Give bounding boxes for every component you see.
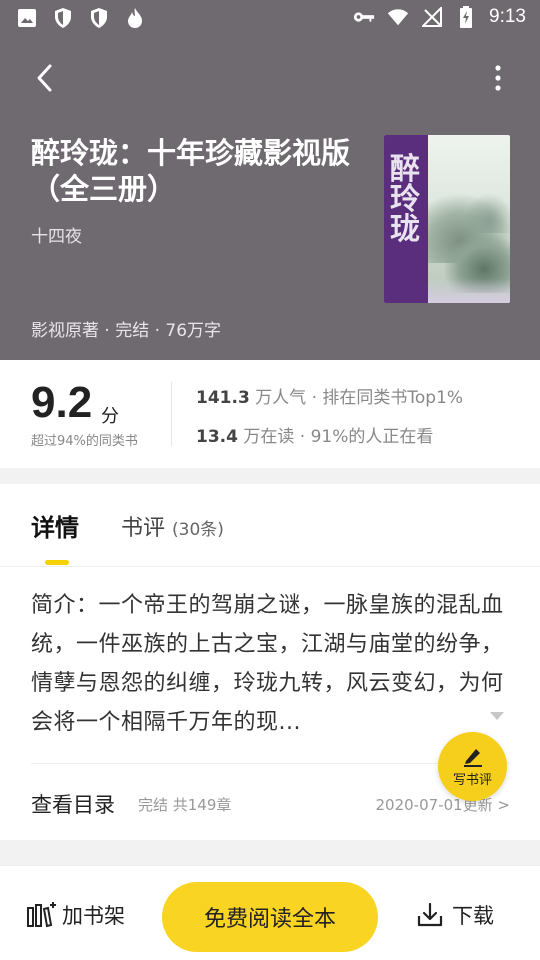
book-header: 9:13 醉玲珑：十年珍藏影视版（全三册） 十四夜 影视原著 · 完结 · 76… bbox=[0, 0, 540, 360]
shield-icon bbox=[52, 7, 74, 29]
reading-stat: 13.4 万在读 · 91%的人正在看 bbox=[196, 422, 433, 447]
download-button[interactable]: 下载 bbox=[416, 900, 494, 930]
more-vertical-icon bbox=[495, 65, 501, 91]
tab-review[interactable]: 书评 (30条) bbox=[121, 510, 224, 542]
back-button[interactable] bbox=[26, 60, 62, 96]
divider bbox=[0, 566, 540, 567]
write-review-label: 写书评 bbox=[452, 773, 492, 788]
cover-title: 醉玲珑 bbox=[390, 152, 420, 247]
reading-text: 万在读 · 91%的人正在看 bbox=[243, 427, 434, 447]
popularity-text: 万人气 · 排在同类书Top1% bbox=[255, 388, 464, 408]
rating-score: 9.2 bbox=[31, 378, 93, 427]
more-options-button[interactable] bbox=[486, 60, 510, 96]
flame-icon bbox=[124, 7, 146, 29]
catalog-status: 完结 共149章 bbox=[138, 796, 232, 814]
add-shelf-label: 加书架 bbox=[62, 904, 125, 928]
tab-indicator bbox=[45, 560, 69, 565]
image-icon bbox=[16, 7, 38, 29]
book-meta: 影视原著 · 完结 · 76万字 bbox=[31, 321, 222, 341]
book-author[interactable]: 十四夜 bbox=[31, 222, 82, 247]
catalog-link[interactable]: 查看目录 bbox=[31, 789, 115, 819]
details-panel: 详情 书评 (30条) 简介：一个帝王的驾崩之谜，一脉皇族的混乱血统，一件巫族的… bbox=[0, 484, 540, 840]
bookshelf-add-icon bbox=[27, 902, 56, 928]
download-label: 下载 bbox=[452, 904, 494, 928]
catalog-updated[interactable]: 2020-07-01更新 > bbox=[375, 794, 510, 815]
wifi-icon bbox=[387, 6, 409, 28]
battery-charging-icon bbox=[455, 6, 477, 28]
rating-subtitle: 超过94%的同类书 bbox=[31, 434, 138, 449]
pencil-icon bbox=[463, 749, 482, 767]
rating-unit: 分 bbox=[101, 406, 119, 427]
tab-detail[interactable]: 详情 bbox=[31, 508, 79, 543]
book-title: 醉玲珑：十年珍藏影视版（全三册） bbox=[31, 136, 351, 206]
add-shelf-button[interactable]: 加书架 bbox=[26, 900, 125, 930]
tab-review-count: (30条) bbox=[172, 520, 224, 540]
rating-panel: 9.2 分 超过94%的同类书 141.3 万人气 · 排在同类书Top1% 1… bbox=[0, 360, 540, 468]
top-nav bbox=[0, 52, 540, 104]
write-review-button[interactable]: 写书评 bbox=[438, 732, 507, 801]
status-time: 9:13 bbox=[489, 6, 526, 27]
tab-review-label: 书评 bbox=[121, 516, 166, 541]
expand-chevron-icon[interactable] bbox=[489, 710, 505, 722]
back-arrow-icon bbox=[37, 64, 52, 92]
popularity-stat: 141.3 万人气 · 排在同类书Top1% bbox=[196, 383, 463, 408]
no-signal-icon bbox=[421, 6, 443, 28]
status-bar: 9:13 bbox=[0, 0, 540, 38]
divider bbox=[171, 382, 172, 446]
reading-number: 13.4 bbox=[196, 427, 238, 447]
free-read-button[interactable]: 免费阅读全本 bbox=[162, 882, 378, 952]
popularity-number: 141.3 bbox=[196, 388, 250, 408]
download-icon bbox=[417, 902, 443, 927]
bottom-action-bar: 加书架 免费阅读全本 下载 bbox=[0, 866, 540, 960]
key-icon bbox=[353, 6, 375, 28]
shield-icon bbox=[88, 7, 110, 29]
book-cover[interactable]: 醉玲珑 bbox=[384, 135, 510, 303]
